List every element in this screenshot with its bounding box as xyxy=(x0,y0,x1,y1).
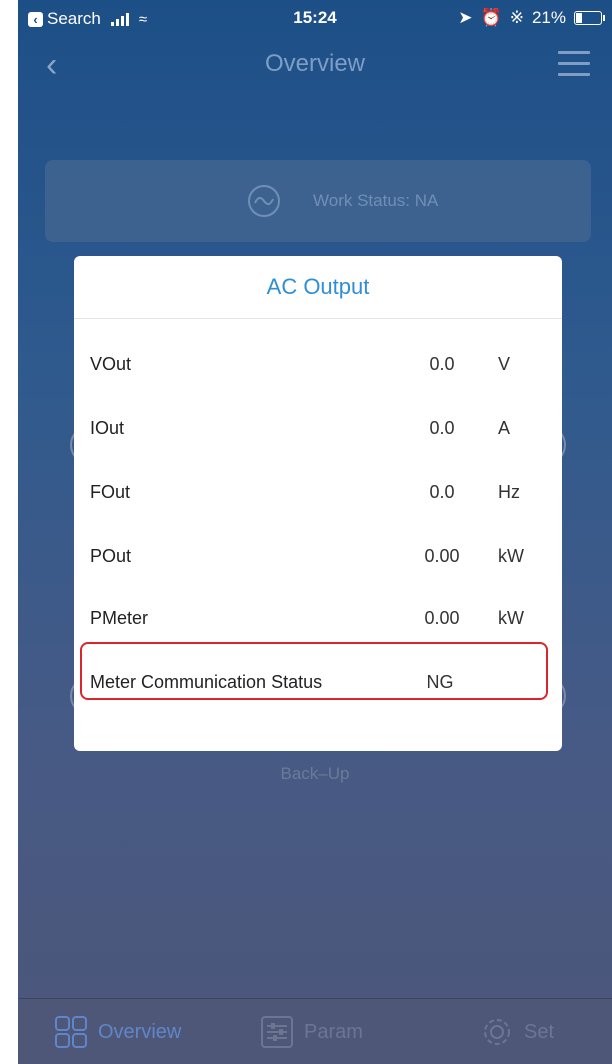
highlight-box xyxy=(80,642,548,700)
tab-set[interactable]: Set xyxy=(480,1015,554,1049)
row-value: 0.00 xyxy=(424,546,460,566)
sliders-icon xyxy=(261,1016,293,1048)
backup-label: Back–Up xyxy=(280,764,350,783)
tab-label: Param xyxy=(304,1020,363,1043)
work-status-card[interactable]: Work Status: NA xyxy=(45,160,591,242)
status-right: ➤ ⏰ ※ 21% xyxy=(458,8,605,28)
tab-bar: Overview Param Set xyxy=(18,998,612,1064)
bluetooth-icon: ※ xyxy=(509,8,524,27)
row-label: PMeter xyxy=(90,608,149,628)
gear-icon xyxy=(484,1019,510,1045)
status-bar: ‹ Search ≈ 15:24 ➤ ⏰ ※ 21% xyxy=(18,0,612,34)
row-unit: kW xyxy=(498,608,524,628)
row-label: IOut xyxy=(90,418,125,438)
battery-icon xyxy=(574,11,605,25)
dialog-title: AC Output xyxy=(74,256,562,319)
ac-output-dialog: AC Output VOut 0.0 V IOut 0.0 A FOut 0.0… xyxy=(74,256,562,751)
tab-label: Set xyxy=(524,1020,555,1043)
row-value: 0.00 xyxy=(424,608,460,628)
tab-label: Overview xyxy=(98,1020,182,1043)
row-value: 0.0 xyxy=(429,482,455,502)
row-label: FOut xyxy=(90,482,131,502)
row-vout: VOut 0.0 V xyxy=(74,344,562,384)
tab-overview[interactable]: Overview xyxy=(54,1015,181,1049)
row-unit: A xyxy=(498,418,511,438)
page-title: Overview xyxy=(264,50,366,77)
work-status-label: Work Status: NA xyxy=(313,191,439,210)
row-unit: Hz xyxy=(498,482,520,502)
row-value: 0.0 xyxy=(429,354,455,374)
row-value: 0.0 xyxy=(429,418,455,438)
location-icon: ➤ xyxy=(458,8,473,27)
row-pmeter: PMeter 0.00 kW xyxy=(74,598,562,638)
row-unit: kW xyxy=(498,546,524,566)
hamburger-menu-icon[interactable] xyxy=(558,51,590,84)
nav-bar: ‹ Overview xyxy=(18,34,612,94)
battery-percent: 21% xyxy=(531,8,566,27)
tab-param[interactable]: Param xyxy=(260,1015,363,1049)
row-label: POut xyxy=(90,546,132,566)
row-unit: V xyxy=(498,354,511,374)
sine-wave-icon xyxy=(248,185,280,217)
grid-icon xyxy=(55,1016,87,1048)
row-fout: FOut 0.0 Hz xyxy=(74,472,562,512)
row-pout: POut 0.00 kW xyxy=(74,536,562,576)
row-label: VOut xyxy=(90,354,132,374)
alarm-icon: ⏰ xyxy=(480,8,502,27)
app-screen: ‹ Search ≈ 15:24 ➤ ⏰ ※ 21% ‹ Overview Wo… xyxy=(18,0,612,1064)
row-iout: IOut 0.0 A xyxy=(74,408,562,448)
